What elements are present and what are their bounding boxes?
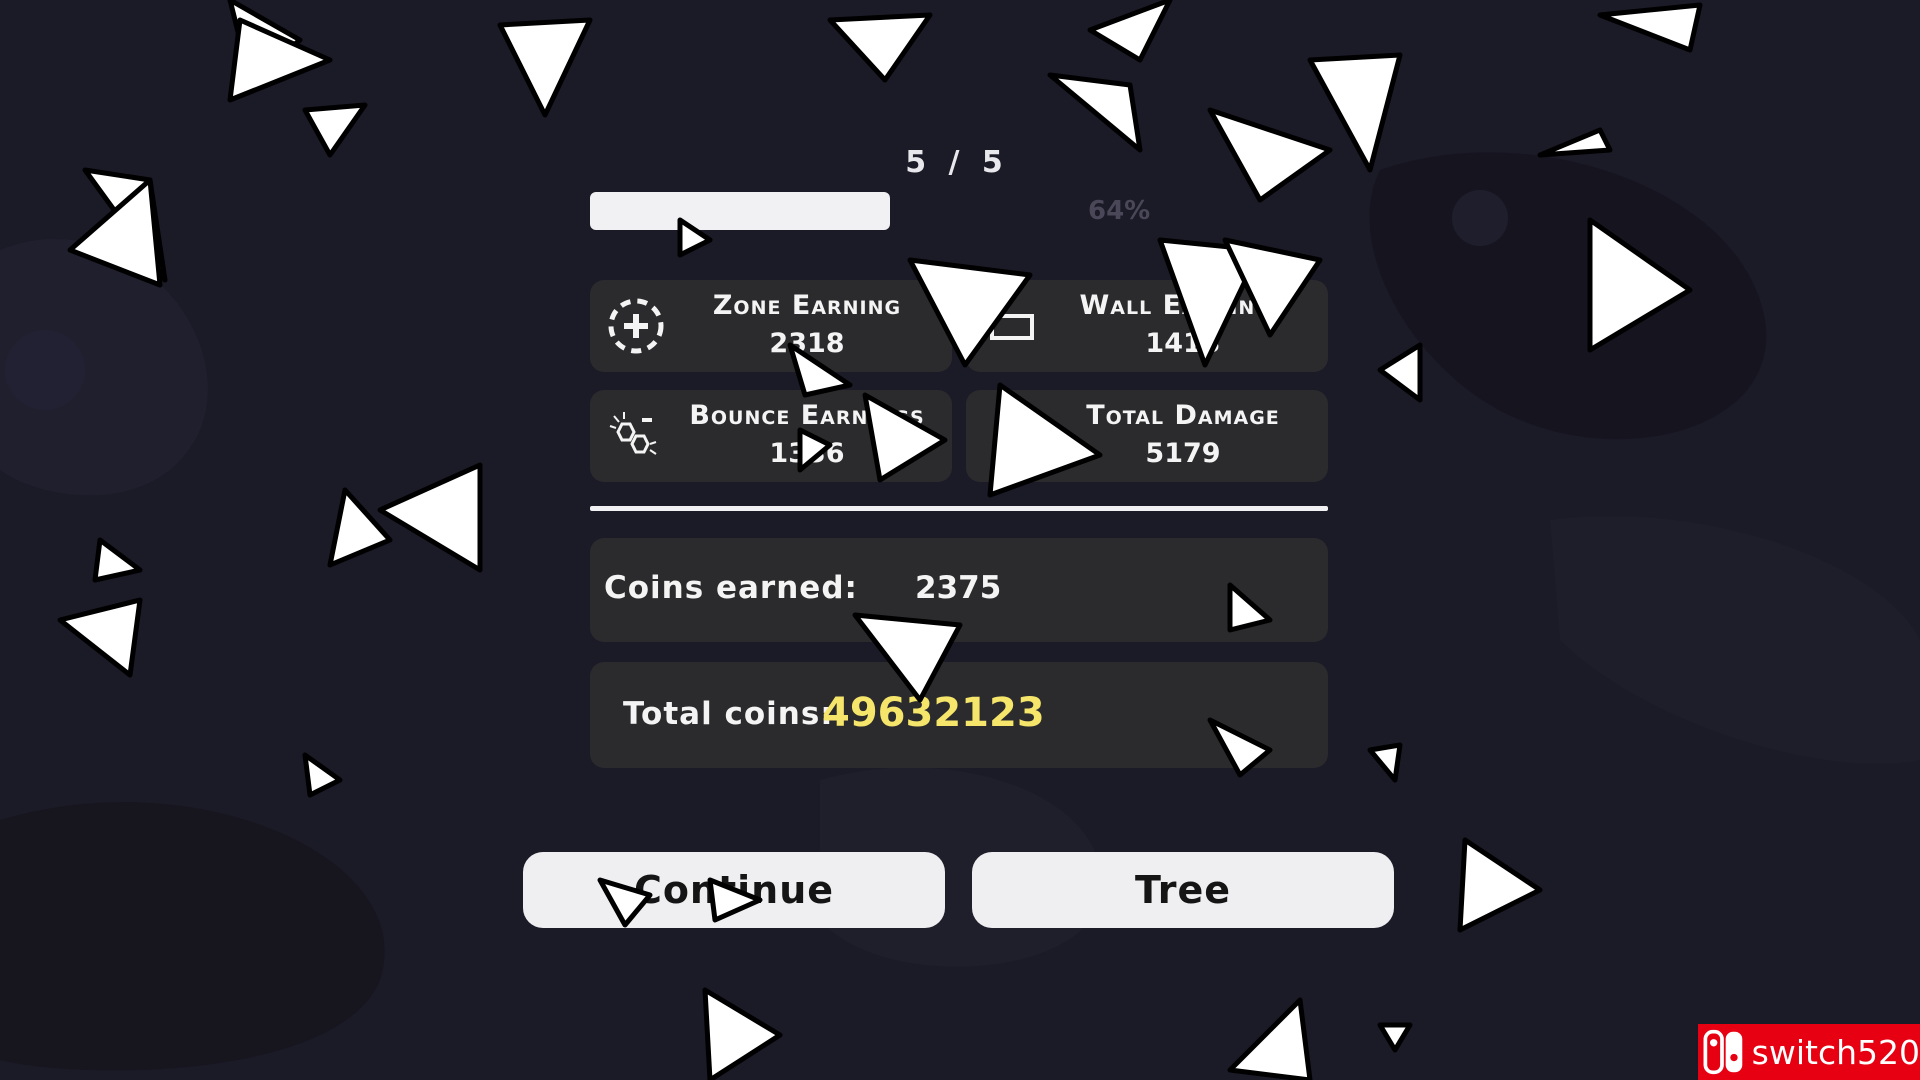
stat-title: Wall Earnings [1079, 290, 1287, 321]
stat-card-wall-earnings: Wall Earnings 1413 [966, 280, 1328, 372]
stat-value: 1336 [769, 438, 845, 469]
total-coins-panel: Total coins: 49632123 [590, 662, 1328, 768]
watermark: switch520 [1698, 1024, 1920, 1080]
stat-card-total-damage: Total Damage 5179 [966, 390, 1328, 482]
continue-button[interactable]: Continue [523, 852, 945, 928]
stat-card-bounce-earnings: Bounce Earnings 1336 [590, 390, 952, 482]
wave-progress-percent: 64% [1088, 196, 1151, 226]
coins-earned-panel: Coins earned: 2375 [590, 538, 1328, 642]
wave-counter: 5 / 5 [905, 145, 1009, 180]
stat-value: 1413 [1145, 328, 1221, 359]
stat-title: Total Damage [1086, 400, 1280, 431]
stat-title: Zone Earning [712, 290, 902, 321]
switch-logo-icon [1703, 1029, 1743, 1075]
stat-card-zone-earning: Zone Earning 2318 [590, 280, 952, 372]
damage-icon [1006, 430, 1018, 442]
dashed-circle-plus-icon [608, 298, 664, 354]
wave-progress-bar [590, 192, 1058, 230]
stat-title: Bounce Earnings [689, 400, 925, 431]
section-divider [590, 506, 1328, 511]
total-coins-value: 49632123 [822, 690, 1045, 736]
total-coins-label: Total coins: [623, 696, 834, 732]
wall-icon [990, 314, 1034, 340]
stat-value: 2318 [769, 328, 845, 359]
molecule-icon [609, 412, 657, 455]
watermark-text: switch520 [1751, 1032, 1920, 1072]
coins-earned-label: Coins earned: [604, 570, 858, 606]
tree-button[interactable]: Tree [972, 852, 1394, 928]
coins-earned-value: 2375 [915, 570, 1002, 606]
stat-value: 5179 [1145, 438, 1221, 469]
wave-progress-fill [590, 192, 890, 230]
